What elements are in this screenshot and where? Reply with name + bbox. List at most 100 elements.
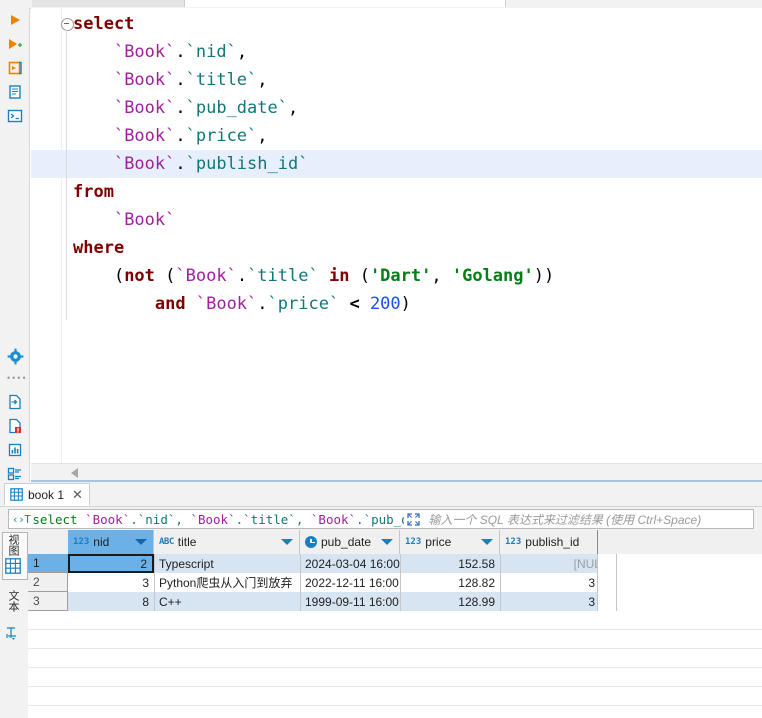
type-badge-number: 123: [405, 536, 422, 547]
results-panel: book 1 ✕ ‹›T select `Book`.`nid`, `Book`…: [0, 482, 762, 718]
editor-tab-active[interactable]: [185, 0, 506, 7]
code-line: `Book`.`pub_date`,: [113, 98, 299, 118]
code-line: select: [73, 14, 135, 34]
empty-row: [28, 649, 762, 668]
row-number[interactable]: 3: [28, 592, 68, 611]
code-line: `Book`.`nid`,: [113, 42, 248, 62]
sql-editor[interactable]: select `Book`.`nid`, `Book`.`title`, `Bo…: [31, 8, 762, 463]
results-tab-book-1[interactable]: book 1 ✕: [4, 483, 90, 506]
column-header-price[interactable]: 123 price: [400, 530, 500, 554]
code-line: `Book`.`title`,: [113, 70, 268, 90]
cell-value: 152.58: [458, 556, 495, 571]
cell-value: 3: [588, 575, 595, 590]
expand-editor-icon[interactable]: [407, 512, 421, 526]
editor-tab-inactive[interactable]: [32, 0, 185, 7]
code-line: and `Book`.`price` < 200): [154, 294, 411, 314]
grid-header-blank: [597, 530, 762, 554]
column-separator[interactable]: [154, 554, 155, 611]
grid-body-blank: [597, 554, 762, 611]
code-line: where: [73, 238, 125, 258]
cell-value: 2022-12-11 16:00:00: [305, 575, 400, 590]
cell-value: 128.99: [458, 594, 495, 609]
column-header-label: title: [177, 535, 197, 549]
cell-nid[interactable]: 3: [68, 573, 154, 592]
column-separator[interactable]: [300, 554, 301, 611]
errors-icon[interactable]: [5, 416, 25, 436]
cell-value: 3: [588, 594, 595, 609]
cell-value: Python爬虫从入门到放弃: [159, 576, 293, 590]
cell-pub_date[interactable]: 2024-03-04 16:00:00: [300, 554, 400, 573]
editor-horizontal-scrollbar[interactable]: [31, 463, 762, 481]
empty-row: [28, 687, 762, 706]
chevron-down-icon[interactable]: [481, 539, 493, 545]
column-header-label: nid: [93, 535, 110, 549]
column-header-label: pub_date: [321, 535, 372, 549]
code-line: `Book`: [113, 210, 176, 230]
run-icon[interactable]: [5, 10, 25, 30]
code-line: `Book`.`publish_id`: [31, 150, 555, 178]
results-tabbar: book 1 ✕: [0, 482, 762, 507]
column-header-pub_date[interactable]: pub_date: [300, 530, 400, 554]
results-tab-label: book 1: [28, 487, 65, 502]
column-separator[interactable]: [616, 554, 617, 611]
more-dots-icon[interactable]: ••••: [7, 374, 26, 383]
column-separator[interactable]: [500, 554, 501, 611]
empty-row: [28, 611, 762, 630]
cell-pub_date[interactable]: 1999-09-11 16:00:00: [300, 592, 400, 611]
cell-value: 2: [140, 556, 147, 571]
empty-row: [28, 668, 762, 687]
cell-pub_date[interactable]: 2022-12-11 16:00:00: [300, 573, 400, 592]
export-icon[interactable]: [5, 392, 25, 412]
text-view-toggle[interactable]: 文本: [5, 590, 21, 620]
chevron-down-icon[interactable]: [281, 539, 293, 545]
scroll-left-arrow-icon[interactable]: [71, 468, 78, 478]
grid-view-icon[interactable]: [5, 558, 21, 574]
type-badge-number: 123: [73, 536, 90, 547]
results-filter-bar[interactable]: ‹›T select `Book`.`nid`, `Book`.`title`,…: [8, 509, 754, 529]
explain-plan-icon[interactable]: [5, 82, 25, 102]
row-number[interactable]: 2: [28, 573, 68, 592]
settings-icon[interactable]: [5, 346, 25, 366]
chevron-down-icon[interactable]: [381, 539, 393, 545]
cell-price[interactable]: 128.82: [400, 573, 500, 592]
clock-icon: [305, 536, 317, 548]
empty-row: [28, 630, 762, 649]
results-side-rail: 视图 文本: [0, 530, 28, 718]
cell-price[interactable]: 128.99: [400, 592, 500, 611]
editor-gutter: [31, 8, 62, 463]
cell-value: 8: [142, 594, 149, 609]
type-badge-fk: 123: [505, 536, 522, 547]
transpose-icon[interactable]: [6, 626, 20, 640]
cell-nid[interactable]: 2: [68, 554, 154, 573]
execute-script-icon[interactable]: [5, 58, 25, 78]
cell-value: 3: [142, 575, 149, 590]
cell-title[interactable]: C++: [154, 592, 300, 611]
column-header-nid[interactable]: 123 nid: [68, 530, 154, 554]
cell-value: 2024-03-04 16:00:00: [305, 556, 400, 571]
cell-price[interactable]: 152.58: [400, 554, 500, 573]
data-view-toggle[interactable]: 视图: [5, 534, 21, 556]
text-view-label: 文本: [7, 590, 19, 612]
row-number-column: 123: [28, 554, 68, 611]
code-line: (not (`Book`.`title` in ('Dart', 'Golang…: [73, 266, 555, 286]
result-grid[interactable]: 123 nid ABC title pub_date 123 price 123 publish…: [28, 530, 762, 718]
console-icon[interactable]: [5, 106, 25, 126]
column-header-title[interactable]: ABC title: [154, 530, 300, 554]
cell-title[interactable]: Python爬虫从入门到放弃: [154, 573, 300, 592]
row-number[interactable]: 1: [28, 554, 68, 573]
cell-title[interactable]: Typescript: [154, 554, 300, 573]
datagrip-window: •••• select `Book`.`nid`, `Book`.`title`…: [0, 0, 762, 718]
sql-code[interactable]: select `Book`.`nid`, `Book`.`title`, `Bo…: [31, 10, 555, 318]
filter-sql-text: select `Book`.`nid`, `Book`.`title`, `Bo…: [32, 511, 404, 527]
cell-value: C++: [159, 594, 182, 609]
column-separator[interactable]: [400, 554, 401, 611]
statistics-icon[interactable]: [5, 440, 25, 460]
close-icon[interactable]: ✕: [72, 488, 83, 501]
data-view-label: 视图: [7, 534, 19, 556]
run-with-params-icon[interactable]: [5, 34, 25, 54]
cell-nid[interactable]: 8: [68, 592, 154, 611]
chevron-down-icon[interactable]: [135, 539, 147, 545]
cell-value: 1999-09-11 16:00:00: [305, 594, 400, 609]
empty-row: [28, 706, 762, 718]
structure-icon[interactable]: [5, 464, 25, 484]
